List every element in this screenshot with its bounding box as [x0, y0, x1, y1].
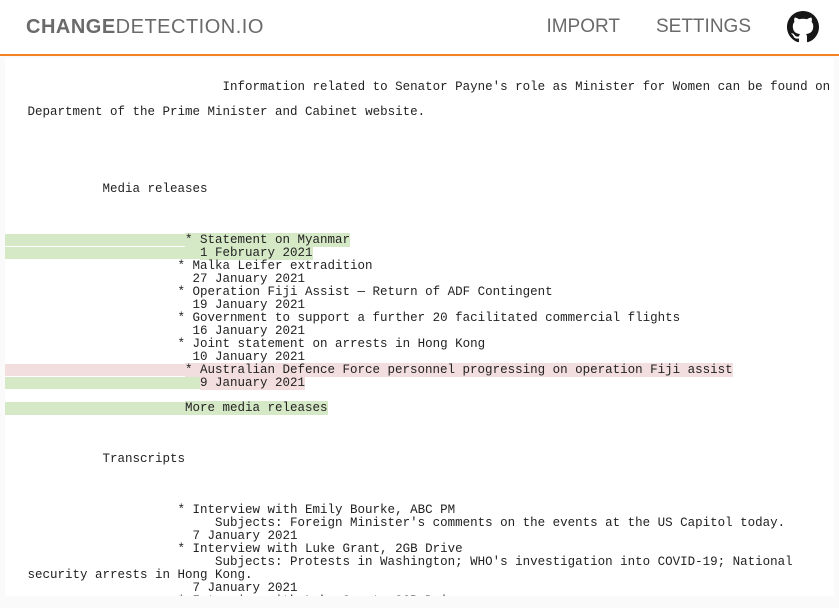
- media-date: 27 January 2021: [5, 273, 834, 286]
- media-item: * Joint statement on arrests in Hong Kon…: [5, 338, 834, 351]
- blank-line: [5, 132, 834, 145]
- media-date-added: 1 February 2021: [5, 247, 834, 260]
- transcripts-header: Transcripts: [5, 453, 834, 466]
- intro-text-2: Department of the Prime Minister and Cab…: [28, 105, 426, 119]
- media-title[interactable]: Statement on Myanmar: [200, 233, 350, 247]
- content-wrap: Information related to Senator Payne's r…: [0, 56, 839, 608]
- media-item-added: * Statement on Myanmar: [5, 234, 834, 247]
- brand-rest: DETECTION.IO: [116, 16, 264, 38]
- nav-settings[interactable]: SETTINGS: [656, 16, 751, 38]
- more-media-link[interactable]: More media releases: [185, 401, 328, 415]
- transcript-item: * Interview with Luke Grant, 2GB Drive: [5, 595, 834, 596]
- media-date: 16 January 2021: [5, 325, 834, 338]
- github-icon[interactable]: [787, 11, 819, 43]
- media-releases-header: Media releases: [5, 183, 834, 196]
- media-item: * Malka Leifer extradition: [5, 260, 834, 273]
- media-releases-list: * Statement on Myanmar 1 February 2021 *…: [5, 234, 834, 390]
- blank-line: [5, 208, 834, 221]
- media-item: * Government to support a further 20 fac…: [5, 312, 834, 325]
- blank-line: [5, 428, 834, 441]
- media-date: 10 January 2021: [5, 351, 834, 364]
- intro-text-1: Information related to Senator Payne's r…: [155, 80, 834, 94]
- media-title[interactable]: Australian Defence Force personnel progr…: [200, 363, 733, 377]
- intro-line: Information related to Senator Payne's r…: [5, 81, 834, 94]
- app-header: CHANGEDETECTION.IO IMPORT SETTINGS: [0, 0, 839, 56]
- brand-bold: CHANGE: [26, 16, 116, 38]
- media-date: 19 January 2021: [5, 299, 834, 312]
- blank-line: [5, 479, 834, 492]
- transcripts-header-text: Transcripts: [5, 452, 185, 466]
- media-date-removed: 9 January 2021: [5, 377, 834, 390]
- transcripts-list: * Interview with Emily Bourke, ABC PM Su…: [5, 504, 834, 596]
- more-media-line: More media releases: [5, 402, 834, 415]
- brand[interactable]: CHANGEDETECTION.IO: [26, 16, 264, 39]
- media-item: * Operation Fiji Assist — Return of ADF …: [5, 286, 834, 299]
- nav-import[interactable]: IMPORT: [546, 16, 620, 38]
- media-header-text: Media releases: [5, 182, 208, 196]
- diff-content: Information related to Senator Payne's r…: [5, 58, 834, 596]
- intro-line: Department of the Prime Minister and Cab…: [5, 106, 834, 119]
- media-date: 1 February 2021: [200, 246, 313, 260]
- blank-line: [5, 157, 834, 170]
- media-item-removed: * Australian Defence Force personnel pro…: [5, 364, 834, 377]
- media-date: 9 January 2021: [200, 376, 305, 390]
